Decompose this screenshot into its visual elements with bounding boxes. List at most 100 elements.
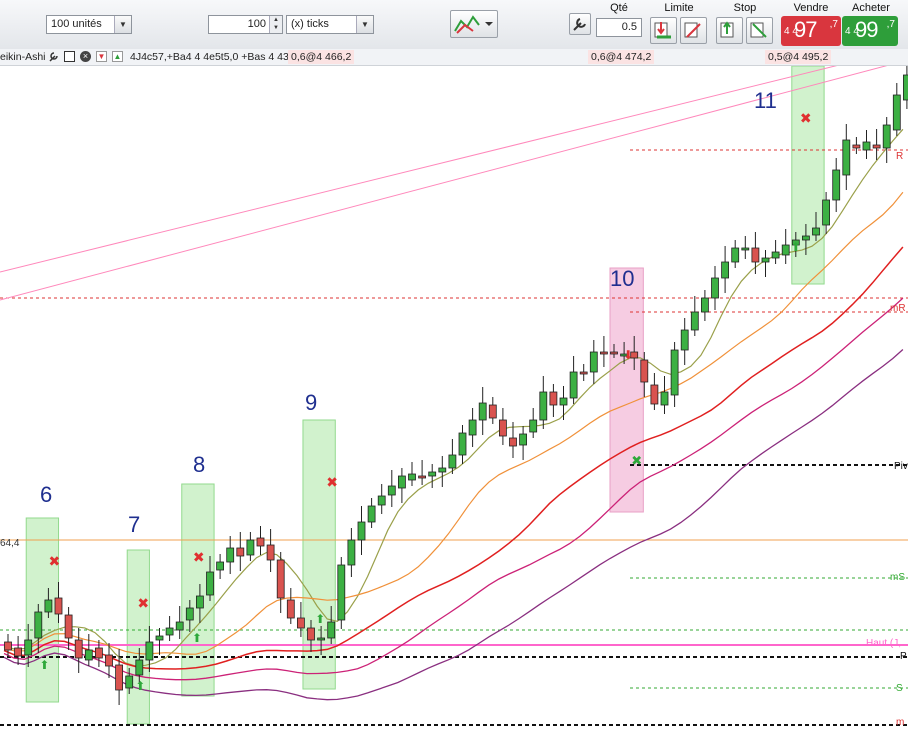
units-select[interactable]: 100 unités ▼ xyxy=(46,15,132,34)
candle-body xyxy=(135,659,144,676)
candle-body xyxy=(216,561,225,571)
buy-signal-icon: ⬆ xyxy=(39,658,49,672)
candle-body xyxy=(579,371,588,375)
candle-body xyxy=(226,547,235,563)
candle-body xyxy=(903,74,908,101)
candle-body xyxy=(670,349,679,396)
price-chart[interactable]: ✖ ✖ ✖ ✖ ✖ ⬆ ⬆ ⬆ ⬆ ⬆ ✖ ⬇ 6 7 8 9 10 11 RmR Piv mS Haut (J, P Sm 6… xyxy=(0,66,908,744)
candle-body xyxy=(377,495,386,506)
window-icon[interactable] xyxy=(64,51,75,62)
candle-body xyxy=(589,351,598,373)
candle-body xyxy=(559,397,568,406)
candle-body xyxy=(650,384,659,405)
candle-body xyxy=(822,199,830,226)
wave-label: 10 xyxy=(610,266,634,291)
sell-signal-icon: ✖ xyxy=(326,475,338,491)
candle-body xyxy=(539,391,548,421)
order-tag-mid[interactable]: 0,6@4 474,2 xyxy=(588,50,655,64)
candle-body xyxy=(24,639,33,656)
level-label: mS xyxy=(890,572,905,583)
candle-body xyxy=(327,621,336,639)
candle-body xyxy=(428,471,437,477)
level-label: P xyxy=(900,651,907,662)
qty-value: 0.5 xyxy=(621,21,637,33)
sell-label: Vendre xyxy=(793,2,829,14)
order-tag-left[interactable]: 0,6@4 466,2 xyxy=(288,50,355,64)
candle-body xyxy=(165,627,174,636)
units-value: 100 unités xyxy=(51,18,102,30)
candle-body xyxy=(610,351,618,355)
buy-stop-button[interactable] xyxy=(716,17,743,44)
candle-body xyxy=(397,475,406,489)
highlight-zone xyxy=(25,517,60,703)
candle-body xyxy=(458,432,467,456)
indicator-button[interactable] xyxy=(450,10,498,38)
candle-body xyxy=(812,227,820,236)
buy-price-decimal: ,7 xyxy=(886,19,895,30)
wave-label: 9 xyxy=(305,390,317,415)
chevron-down-icon[interactable]: ▼ xyxy=(114,16,131,33)
sell-limit-button[interactable] xyxy=(680,17,707,44)
level-label: Haut (J, xyxy=(866,638,901,649)
sell-signal-icon: ✖ xyxy=(193,550,205,566)
candle-body xyxy=(680,329,689,351)
candle-body xyxy=(519,433,527,446)
candle-body xyxy=(195,595,204,609)
candle-body xyxy=(408,473,416,481)
stop-label: Stop xyxy=(733,2,757,14)
buy-signal-icon: ⬆ xyxy=(192,631,202,645)
sell-price-main: 97 xyxy=(794,17,818,42)
sell-stop-button[interactable] xyxy=(746,17,773,44)
candle-body xyxy=(64,614,73,639)
candle-body xyxy=(488,404,497,419)
candle-body xyxy=(175,621,184,631)
candle-body xyxy=(125,675,134,689)
ticks-unit-select[interactable]: (x) ticks ▼ xyxy=(286,15,374,34)
candle-body xyxy=(84,649,93,661)
arrow-up-icon[interactable]: ▲ xyxy=(112,51,123,62)
buy-limit-button[interactable] xyxy=(650,17,677,44)
candle-body xyxy=(44,599,53,613)
wave-label: 7 xyxy=(128,512,140,537)
limit-label: Limite xyxy=(664,2,694,14)
candle-body xyxy=(4,641,12,651)
candle-body xyxy=(95,647,103,659)
buy-signal-icon: ⬆ xyxy=(135,679,145,693)
buy-label: Acheter xyxy=(852,2,890,14)
stop-order-sell-icon xyxy=(750,22,767,38)
ticks-value: 100 xyxy=(247,18,266,30)
wave-label: 8 xyxy=(193,452,205,477)
candle-body xyxy=(701,297,709,313)
buy-button[interactable]: 4 4 99 ,7 xyxy=(842,16,898,46)
price-info-text: 4J4c57,+Ba4 4 4e5t5,0 +Bas 4 431,2 xyxy=(130,51,304,63)
candle-body xyxy=(448,454,457,469)
candle-body xyxy=(266,544,275,561)
order-tag-right[interactable]: 0,5@4 495,2 xyxy=(765,50,832,64)
close-icon[interactable]: × xyxy=(80,51,91,62)
settings-button[interactable] xyxy=(569,13,591,35)
candle-body xyxy=(357,521,366,541)
order-toolbar: 100 unités ▼ 100 ▲ ▼ (x) ticks ▼ Qté 0.5 … xyxy=(0,0,908,50)
level-label: mR xyxy=(890,303,906,314)
candle-body xyxy=(276,559,285,599)
wrench-icon[interactable] xyxy=(48,51,59,62)
buy-signal-icon: ⬆ xyxy=(791,240,801,254)
level-label: S xyxy=(896,683,903,694)
sell-button[interactable]: 4 4 97 ,7 xyxy=(781,16,841,46)
qty-input[interactable]: 0.5 xyxy=(596,18,642,37)
wrench-icon xyxy=(573,18,586,31)
candle-body xyxy=(74,639,83,659)
candle-body xyxy=(529,419,538,433)
candle-body xyxy=(690,311,699,331)
arrow-down-icon[interactable]: ▼ xyxy=(96,51,107,62)
spinner-icon[interactable]: ▲ ▼ xyxy=(269,16,282,33)
candle-body xyxy=(852,144,861,149)
candle-body xyxy=(246,539,255,556)
ticks-unit-value: (x) ticks xyxy=(291,18,329,30)
candle-body xyxy=(862,141,871,151)
ticks-stepper[interactable]: 100 ▲ ▼ xyxy=(208,15,283,34)
chevron-down-icon[interactable]: ▼ xyxy=(356,16,373,33)
candle-body xyxy=(600,351,608,355)
sell-signal-icon: ✖ xyxy=(137,596,149,612)
candle-body xyxy=(337,564,346,621)
